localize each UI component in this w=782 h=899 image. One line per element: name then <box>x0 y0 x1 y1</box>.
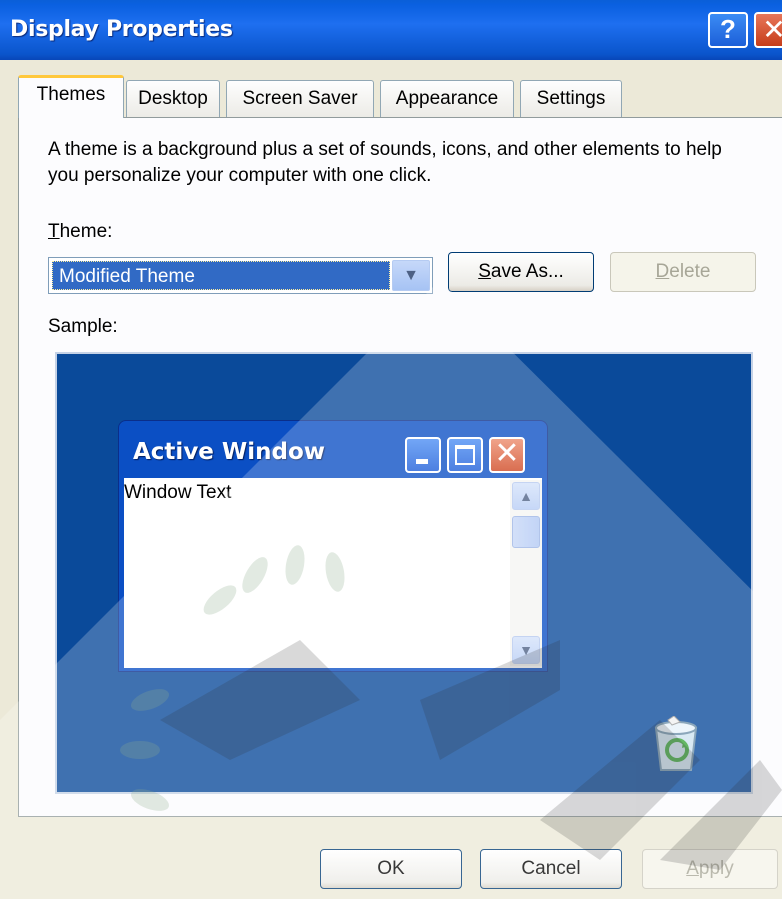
close-icon: ✕ <box>762 14 782 45</box>
close-button[interactable]: ✕ <box>754 12 782 48</box>
tab-label: Themes <box>36 84 106 105</box>
save-as-button[interactable]: Save As... <box>448 252 594 292</box>
tab-screen-saver[interactable]: Screen Saver <box>226 80 374 117</box>
theme-label: Theme: <box>48 221 112 243</box>
cancel-label: Cancel <box>521 858 581 879</box>
maximize-icon <box>447 437 483 473</box>
recycle-bin-icon <box>654 716 698 771</box>
close-icon: ✕ <box>489 437 525 473</box>
save-as-label: ave As... <box>490 261 564 282</box>
sample-window-title: Active Window <box>133 439 326 465</box>
tab-appearance[interactable]: Appearance <box>380 80 514 117</box>
scroll-down-icon: ▼ <box>512 636 540 664</box>
tab-desktop[interactable]: Desktop <box>126 80 220 117</box>
theme-label-mnemonic: T <box>48 221 60 242</box>
delete-button[interactable]: Delete <box>610 252 756 292</box>
minimize-icon <box>405 437 441 473</box>
sample-window-body <box>124 478 542 668</box>
sample-window-text: Window Text <box>124 482 232 503</box>
tab-themes[interactable]: Themes <box>18 75 124 118</box>
cancel-button[interactable]: Cancel <box>480 849 622 889</box>
sample-label: Sample: <box>48 316 118 337</box>
sample-scrollbar: ▲ ▼ <box>510 480 542 666</box>
apply-mnemonic: A <box>686 858 699 879</box>
window-title: Display Properties <box>10 17 233 42</box>
title-bar: Display Properties ? ✕ <box>0 0 782 60</box>
delete-mnemonic: D <box>655 261 670 282</box>
tab-label: Desktop <box>138 88 208 109</box>
theme-description: A theme is a background plus a set of so… <box>48 139 722 186</box>
delete-label: elete <box>669 261 711 282</box>
chevron-down-icon[interactable]: ▼ <box>392 260 430 291</box>
help-icon: ? <box>720 14 736 44</box>
ok-button[interactable]: OK <box>320 849 462 889</box>
help-button[interactable]: ? <box>708 12 748 48</box>
tab-settings[interactable]: Settings <box>520 80 622 117</box>
apply-button[interactable]: Apply <box>642 849 778 889</box>
apply-label: pply <box>698 858 734 879</box>
tab-label: Screen Saver <box>242 88 358 109</box>
scroll-thumb <box>512 516 540 548</box>
scroll-up-icon: ▲ <box>512 482 540 510</box>
tab-label: Settings <box>536 88 606 109</box>
save-as-mnemonic: S <box>478 261 491 282</box>
theme-dropdown[interactable]: Modified Theme ▼ <box>48 257 433 294</box>
tab-label: Appearance <box>395 88 499 109</box>
theme-dropdown-value: Modified Theme <box>52 261 390 290</box>
ok-label: OK <box>377 858 405 879</box>
theme-label-rest: heme: <box>59 221 113 242</box>
